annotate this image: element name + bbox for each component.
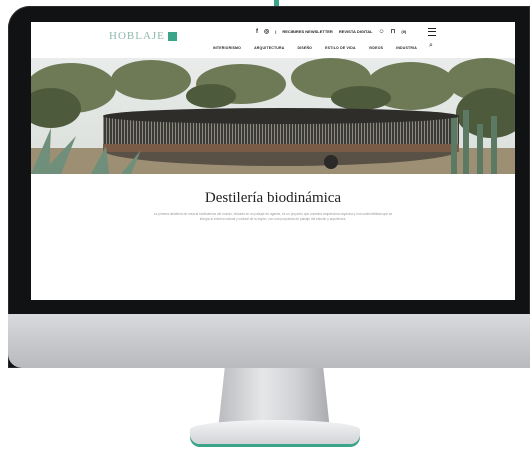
logo-mark-icon	[167, 31, 177, 41]
newsletter-link[interactable]: RECIBIRES NEWSLETTER	[282, 29, 332, 34]
cart-icon[interactable]: ⊓	[391, 28, 396, 35]
nav-item-industria[interactable]: INDUSTRIA	[396, 46, 417, 50]
logo-text: HOBLAJE	[109, 30, 165, 42]
facebook-icon[interactable]: f	[256, 29, 258, 35]
nav-item-estilo-de-vida[interactable]: ESTILO DE VIDA	[325, 46, 356, 50]
nav-item-videos[interactable]: VIDEOS	[369, 46, 383, 50]
monitor-chin	[8, 314, 530, 368]
utility-bar: f ◎ | RECIBIRES NEWSLETTER REVISTA DIGIT…	[256, 28, 407, 36]
monitor-stand-base	[190, 420, 360, 444]
user-icon[interactable]: ☺	[379, 29, 385, 35]
nav-item-interiorismo[interactable]: INTERIORISMO	[213, 46, 241, 50]
nav-item-arquitectura[interactable]: ARQUITECTURA	[254, 46, 284, 50]
hero-image	[31, 58, 515, 174]
hamburger-menu-icon[interactable]	[428, 28, 436, 36]
divider: |	[275, 29, 277, 34]
instagram-icon[interactable]: ◎	[264, 28, 269, 35]
monitor-screen: HOBLAJE f ◎ | RECIBIRES NEWSLETTER REVIS…	[31, 22, 515, 300]
nav-item-diseno[interactable]: DISEÑO	[297, 46, 312, 50]
search-icon[interactable]: ⌕	[429, 42, 433, 50]
main-nav: INTERIORISMO ARQUITECTURA DISEÑO ESTILO …	[213, 46, 417, 50]
site-header: HOBLAJE f ◎ | RECIBIRES NEWSLETTER REVIS…	[31, 22, 515, 58]
article-excerpt: La primera destilería de mezcal biodinám…	[153, 212, 393, 222]
site-logo[interactable]: HOBLAJE	[109, 28, 177, 44]
article-title[interactable]: Destilería biodinámica	[31, 190, 515, 207]
digital-edition-link[interactable]: REVISTA DIGITAL	[339, 29, 373, 34]
cart-count: (0)	[401, 29, 407, 34]
